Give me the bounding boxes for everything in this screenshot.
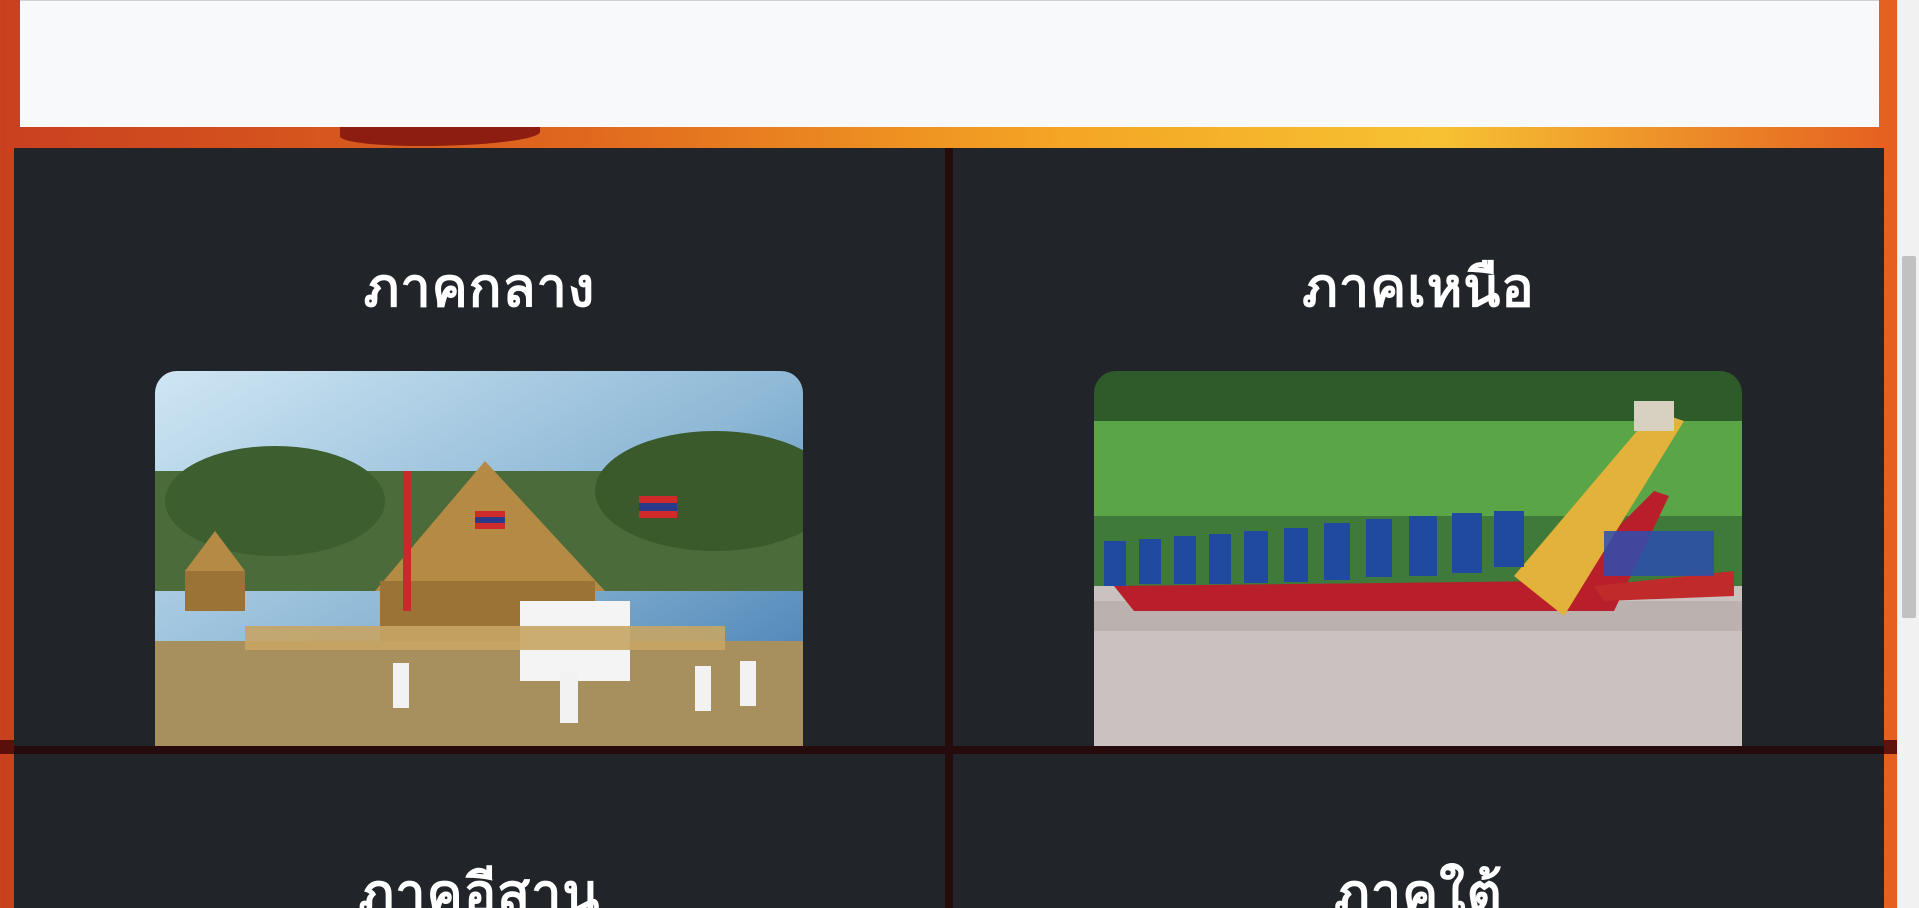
region-card-northeast[interactable]: ภาคอีสาน — [14, 754, 945, 908]
region-title: ภาคอีสาน — [358, 862, 601, 908]
region-title: ภาคเหนือ — [1302, 256, 1535, 319]
longboat-race-photo-icon — [1094, 371, 1742, 748]
straw-temple-ceremony-photo-icon — [155, 371, 803, 748]
region-card-south[interactable]: ภาคใต้ — [953, 754, 1884, 908]
region-image[interactable] — [1094, 371, 1742, 748]
grid-divider-vertical — [945, 148, 953, 908]
region-card-north[interactable]: ภาคเหนือ — [953, 148, 1884, 748]
page-scrollbar[interactable] — [1897, 0, 1919, 908]
scrollbar-thumb[interactable] — [1902, 256, 1916, 618]
region-title: ภาคใต้ — [1334, 862, 1503, 908]
region-card-central[interactable]: ภาคกลาง — [14, 148, 945, 748]
region-title: ภาคกลาง — [363, 256, 596, 319]
grid-divider-horizontal — [14, 746, 1884, 754]
top-content-panel — [20, 0, 1879, 127]
region-image[interactable] — [155, 371, 803, 748]
